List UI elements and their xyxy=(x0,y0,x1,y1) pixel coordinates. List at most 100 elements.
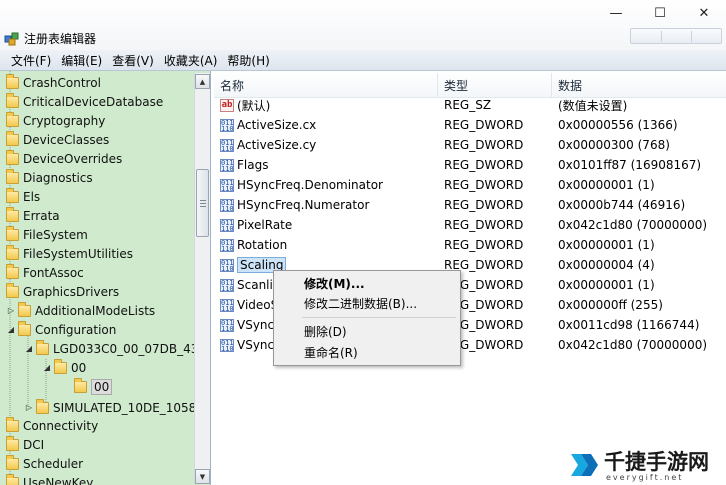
tree-item[interactable]: DeviceOverrides xyxy=(6,149,122,168)
value-data: 0x042c1d80 (70000000) xyxy=(558,218,708,232)
tree-item[interactable]: Diagnostics xyxy=(6,168,93,187)
tree-item-label: Diagnostics xyxy=(23,170,93,185)
context-menu-modify-binary[interactable]: 修改二进制数据(B)... xyxy=(276,293,458,313)
maximize-button[interactable]: ☐ xyxy=(638,0,682,26)
menu-file[interactable]: 文件(F) xyxy=(6,52,56,69)
folder-icon xyxy=(74,377,87,393)
tree-item[interactable]: FileSystem xyxy=(6,225,88,244)
value-type: REG_DWORD xyxy=(444,218,524,232)
column-header-data[interactable]: 数据 xyxy=(552,73,726,97)
folder-icon xyxy=(6,92,19,108)
tree-item-label: Configuration xyxy=(35,322,117,337)
tree-item-label: Connectivity xyxy=(23,418,99,433)
value-name: HSyncFreq.Numerator xyxy=(237,198,370,212)
tree-item-label: AdditionalModeLists xyxy=(35,303,156,318)
value-name: Rotation xyxy=(237,238,288,252)
menu-edit[interactable]: 编辑(E) xyxy=(56,52,107,69)
watermark: 千捷手游网 everygift.net xyxy=(566,444,726,485)
folder-icon xyxy=(18,320,31,336)
value-row[interactable]: 011 110 HSyncFreq.Numerator REG_DWORD 0x00… xyxy=(214,195,726,215)
value-type: REG_DWORD xyxy=(444,158,524,172)
context-menu-delete[interactable]: 删除(D) xyxy=(276,321,458,341)
value-name: Flags xyxy=(237,158,269,172)
tree-item[interactable]: ◢ LGD033C0_00_07DB_43^ xyxy=(24,339,208,358)
scrollbar-thumb[interactable] xyxy=(196,169,209,237)
column-header-type[interactable]: 类型 xyxy=(438,73,552,97)
value-row[interactable]: 011 110 ActiveSize.cy REG_DWORD 0x00000300… xyxy=(214,135,726,155)
tree-item[interactable]: Connectivity xyxy=(6,416,98,435)
tree-item[interactable]: ◢ Configuration xyxy=(6,320,116,339)
tree-item[interactable]: CrashControl xyxy=(6,73,101,92)
tree-item[interactable]: ◢ 00 xyxy=(42,358,86,377)
tree-item-label: DCI xyxy=(23,437,45,452)
value-data: 0x00000001 (1) xyxy=(558,178,655,192)
collapse-arrow-icon[interactable]: ◢ xyxy=(42,363,52,372)
binary-value-icon: 011 110 xyxy=(220,258,234,272)
binary-value-icon: 011 110 xyxy=(220,238,234,252)
registry-tree: CrashControl CriticalDeviceDatabase Cryp… xyxy=(0,71,211,485)
context-menu-rename[interactable]: 重命名(R) xyxy=(276,342,458,362)
folder-icon xyxy=(6,130,19,146)
value-row[interactable]: 011 110 ActiveSize.cx REG_DWORD 0x00000556… xyxy=(214,115,726,135)
column-header-name[interactable]: 名称 xyxy=(214,73,438,97)
tree-item-label: FontAssoc xyxy=(23,265,84,280)
value-row[interactable]: 011 110 HSyncFreq.Denominator REG_DWORD 0x… xyxy=(214,175,726,195)
folder-icon xyxy=(6,149,19,165)
binary-value-icon: 011 110 xyxy=(220,118,234,132)
tree-item[interactable]: Cryptography xyxy=(6,111,105,130)
value-name: VSync xyxy=(237,338,275,352)
tree-item[interactable]: DeviceClasses xyxy=(6,130,109,149)
folder-icon xyxy=(6,263,19,279)
tree-item[interactable]: FontAssoc xyxy=(6,263,84,282)
string-value-icon: ab xyxy=(220,98,234,112)
value-row[interactable]: 011 110 PixelRate REG_DWORD 0x042c1d80 (70… xyxy=(214,215,726,235)
tree-item-label: DeviceClasses xyxy=(23,132,110,147)
tree-item[interactable]: Els xyxy=(6,187,40,206)
minimize-button[interactable]: — xyxy=(594,0,638,26)
menu-help[interactable]: 帮助(H) xyxy=(222,52,274,69)
folder-icon xyxy=(6,168,19,184)
value-row[interactable]: ab (默认) REG_SZ (数值未设置) xyxy=(214,95,726,115)
value-row[interactable]: 011 110 Rotation REG_DWORD 0x00000001 (1) xyxy=(214,235,726,255)
context-menu-modify[interactable]: 修改(M)... xyxy=(276,273,458,293)
tree-item[interactable]: DCI xyxy=(6,435,44,454)
tree-item-label: GraphicsDrivers xyxy=(23,284,120,299)
close-button[interactable]: ✕ xyxy=(682,0,726,26)
tree-item[interactable]: GraphicsDrivers xyxy=(6,282,119,301)
menu-favorites[interactable]: 收藏夹(A) xyxy=(159,52,223,69)
window-title: 注册表编辑器 xyxy=(24,32,97,46)
value-name: HSyncFreq.Denominator xyxy=(237,178,383,192)
expand-arrow-icon[interactable]: ▷ xyxy=(6,306,16,315)
binary-value-icon: 011 110 xyxy=(220,138,234,152)
tree-item[interactable]: CriticalDeviceDatabase xyxy=(6,92,163,111)
tree-item-selected[interactable]: 00 xyxy=(74,377,113,396)
folder-icon xyxy=(6,435,19,451)
scroll-down-icon[interactable]: ▼ xyxy=(195,469,210,484)
expand-arrow-icon[interactable]: ▷ xyxy=(24,403,34,412)
value-name: ActiveSize.cx xyxy=(237,118,317,132)
folder-icon xyxy=(18,301,31,317)
collapse-arrow-icon[interactable]: ◢ xyxy=(6,325,16,334)
watermark-logo xyxy=(571,453,598,476)
tree-item-label: CrashControl xyxy=(23,75,101,90)
folder-icon xyxy=(36,398,49,414)
tree-item[interactable]: FileSystemUtilities xyxy=(6,244,133,263)
value-data: 0x042c1d80 (70000000) xyxy=(558,338,708,352)
folder-icon xyxy=(6,473,19,485)
value-type: REG_DWORD xyxy=(444,138,524,152)
value-type: REG_DWORD xyxy=(444,178,524,192)
tree-item[interactable]: ▷ AdditionalModeLists xyxy=(6,301,155,320)
menu-view[interactable]: 查看(V) xyxy=(107,52,159,69)
tree-item-label: Scheduler xyxy=(23,456,84,471)
collapse-arrow-icon[interactable]: ◢ xyxy=(24,344,34,353)
tree-item[interactable]: ▷ SIMULATED_10DE_1058_ xyxy=(24,398,202,417)
tree-item[interactable]: Scheduler xyxy=(6,454,83,473)
tree-scrollbar[interactable]: ▲ ▼ xyxy=(194,73,210,484)
value-row[interactable]: 011 110 Flags REG_DWORD 0x0101ff87 (169081… xyxy=(214,155,726,175)
scroll-up-icon[interactable]: ▲ xyxy=(195,74,210,89)
tree-item[interactable]: Errata xyxy=(6,206,60,225)
title-bar: — ☐ ✕ 注册表编辑器 xyxy=(0,0,726,50)
tree-item[interactable]: UseNewKey xyxy=(6,473,93,485)
value-data: 0x00000556 (1366) xyxy=(558,118,678,132)
binary-value-icon: 011 110 xyxy=(220,298,234,312)
